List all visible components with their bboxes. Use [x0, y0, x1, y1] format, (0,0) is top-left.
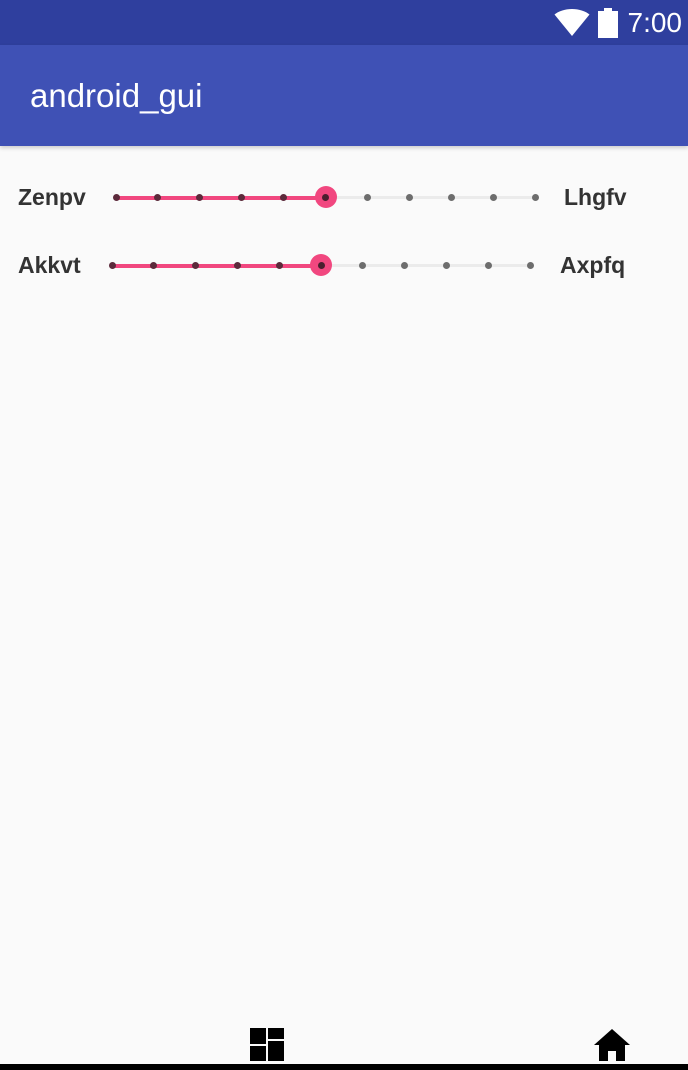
slider-thumb-center [322, 193, 329, 201]
app-bar: android_gui [0, 45, 688, 146]
slider-thumb-center [317, 261, 325, 269]
bottom-nav [0, 1020, 688, 1064]
slider-tick [108, 262, 116, 269]
slider-left-label: Zenpv [18, 184, 86, 210]
app-title: android_gui [30, 77, 203, 114]
slider-left-label: Akkvt [18, 252, 81, 278]
slider-tick [526, 262, 534, 269]
slider-tick [447, 194, 455, 201]
discrete-slider[interactable] [108, 240, 534, 290]
wifi-icon [554, 8, 589, 36]
home-icon[interactable] [594, 1029, 630, 1061]
slider-tick [275, 262, 283, 269]
slider-thumb[interactable] [314, 186, 337, 208]
slider-thumb[interactable] [310, 254, 332, 276]
slider-tick [442, 262, 450, 269]
slider-track-fill [116, 196, 326, 200]
slider-tick [484, 262, 492, 269]
status-time: 7:00 [627, 7, 683, 38]
slider-tick [112, 194, 120, 201]
bottom-edge [0, 1064, 688, 1070]
slider-tick [405, 194, 413, 201]
slider-tick [363, 194, 371, 201]
slider-right-label: Lhgfv [564, 184, 627, 210]
slider-tick [359, 262, 367, 269]
discrete-slider[interactable] [112, 172, 539, 222]
slider-right-label: Axpfq [560, 252, 626, 278]
slider-tick [401, 262, 409, 269]
status-icons: 7:00 [554, 0, 683, 45]
battery-icon [597, 7, 618, 38]
slider-row-akkvt: Akkvt Axpfq [0, 240, 688, 290]
slider-tick [489, 194, 497, 201]
content-area: Zenpv Lhgfv Akkvt Axpfq [0, 146, 688, 1036]
status-bar: 7:00 [0, 0, 688, 45]
slider-track-fill [112, 264, 321, 268]
slider-tick [531, 194, 539, 201]
slider-row-zenpv: Zenpv Lhgfv [0, 172, 688, 222]
slider-tick [233, 262, 241, 269]
dashboard-icon[interactable] [250, 1028, 284, 1061]
